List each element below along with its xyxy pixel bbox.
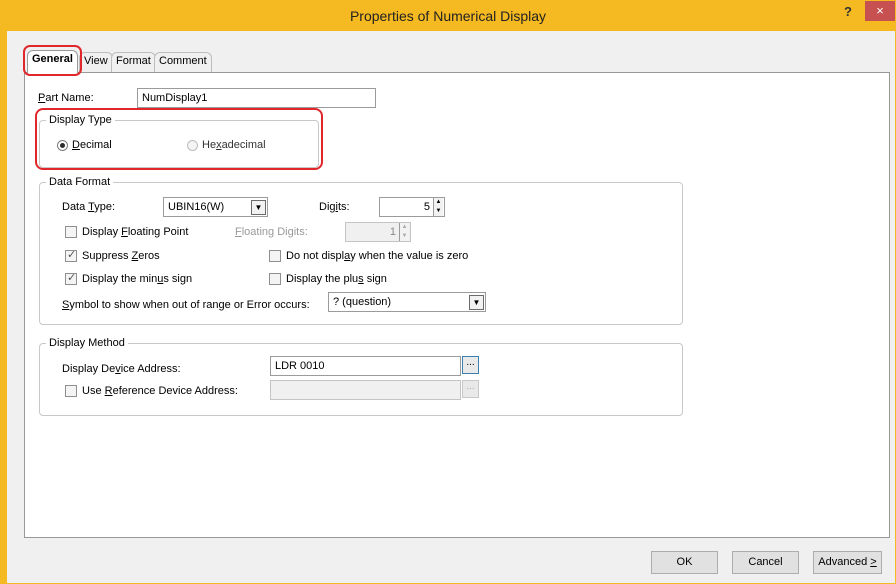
tab-comment[interactable]: Comment bbox=[154, 52, 212, 72]
do-not-display-zero-label[interactable]: Do not display when the value is zero bbox=[286, 249, 468, 263]
reference-address-browse-button[interactable]: ... bbox=[462, 380, 479, 398]
tab-format[interactable]: Format bbox=[111, 52, 156, 72]
spin-down-icon[interactable]: ▼ bbox=[434, 207, 443, 216]
digits-label: Digits: bbox=[319, 201, 350, 213]
general-tab-panel: Part Name: NumDisplay1 Display Type Deci… bbox=[24, 72, 890, 538]
cancel-button[interactable]: Cancel bbox=[732, 551, 799, 574]
tab-view[interactable]: View bbox=[79, 52, 113, 72]
use-reference-checkbox[interactable] bbox=[65, 385, 77, 397]
symbol-value: ? (question) bbox=[333, 296, 392, 308]
floating-digits-spinner[interactable]: ▲ ▼ bbox=[399, 223, 409, 241]
chevron-down-icon[interactable]: ▼ bbox=[469, 295, 484, 310]
chevron-down-icon[interactable]: ▼ bbox=[251, 200, 266, 215]
display-method-legend: Display Method bbox=[46, 337, 128, 349]
window-title: Properties of Numerical Display bbox=[349, 8, 547, 24]
advanced-button[interactable]: Advanced > bbox=[813, 551, 882, 574]
data-type-value: UBIN16(W) bbox=[168, 201, 225, 213]
floating-digits-label: Floating Digits: bbox=[235, 226, 308, 238]
ok-button[interactable]: OK bbox=[651, 551, 718, 574]
window-border-accent bbox=[1, 31, 7, 584]
display-plus-label[interactable]: Display the plus sign bbox=[286, 272, 387, 286]
decimal-label[interactable]: Decimal bbox=[72, 138, 112, 152]
device-address-input[interactable]: LDR 0010 bbox=[270, 356, 461, 376]
display-floating-point-checkbox[interactable] bbox=[65, 226, 77, 238]
display-minus-checkbox[interactable] bbox=[65, 271, 77, 285]
reference-address-input[interactable] bbox=[270, 380, 461, 400]
symbol-label: Symbol to show when out of range or Erro… bbox=[62, 299, 310, 311]
data-type-label: Data Type: bbox=[62, 201, 116, 213]
suppress-zeros-label[interactable]: Suppress Zeros bbox=[82, 249, 160, 263]
tab-highlight-annotation bbox=[23, 45, 82, 76]
do-not-display-zero-checkbox[interactable] bbox=[269, 250, 281, 262]
suppress-zeros-checkbox[interactable] bbox=[65, 248, 77, 262]
data-format-legend: Data Format bbox=[46, 176, 114, 188]
display-minus-label[interactable]: Display the minus sign bbox=[82, 272, 192, 286]
part-name-input[interactable]: NumDisplay1 bbox=[137, 88, 376, 108]
digits-spinner[interactable]: ▲ ▼ bbox=[433, 198, 443, 216]
spin-down-icon[interactable]: ▼ bbox=[400, 232, 409, 241]
help-button[interactable]: ? bbox=[838, 4, 858, 22]
dialog-window: Properties of Numerical Display ? × Gene… bbox=[0, 0, 896, 584]
hexadecimal-label[interactable]: Hexadecimal bbox=[202, 138, 266, 152]
decimal-radio[interactable] bbox=[57, 140, 68, 151]
close-button[interactable]: × bbox=[865, 1, 895, 21]
hexadecimal-radio[interactable] bbox=[187, 140, 198, 151]
display-plus-checkbox[interactable] bbox=[269, 273, 281, 285]
part-name-label: Part Name: bbox=[38, 92, 94, 104]
spin-up-icon[interactable]: ▲ bbox=[400, 223, 409, 232]
device-address-label: Display Device Address: bbox=[62, 363, 181, 375]
title-bar[interactable]: Properties of Numerical Display ? × bbox=[1, 1, 895, 31]
device-address-browse-button[interactable]: ... bbox=[462, 356, 479, 374]
use-reference-label[interactable]: Use Reference Device Address: bbox=[82, 384, 238, 398]
symbol-select[interactable]: ? (question) bbox=[328, 292, 486, 312]
spin-up-icon[interactable]: ▲ bbox=[434, 198, 443, 207]
display-floating-point-label[interactable]: Display Floating Point bbox=[82, 225, 188, 239]
